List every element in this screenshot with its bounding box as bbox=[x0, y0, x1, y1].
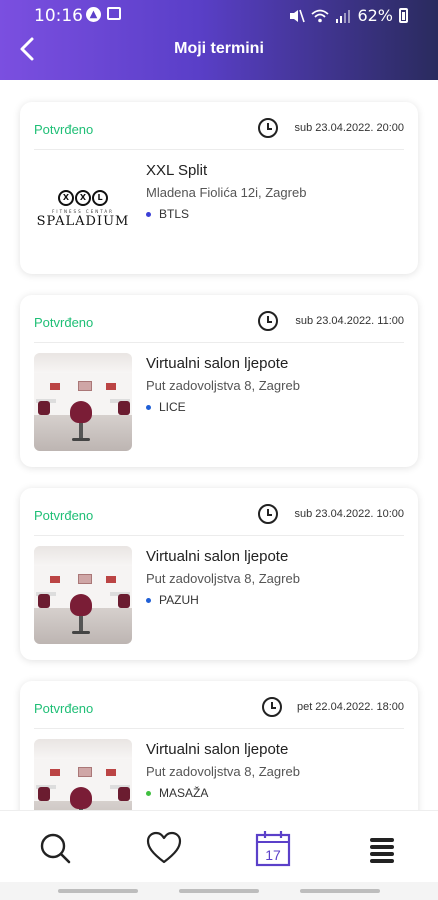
battery-icon bbox=[399, 8, 408, 23]
service-label: MASAŽA bbox=[159, 786, 209, 800]
header: Moji termini bbox=[0, 30, 438, 70]
service-dot bbox=[146, 211, 151, 217]
salon-photo bbox=[34, 546, 132, 644]
salon-name: Virtualni salon ljepote bbox=[146, 548, 289, 565]
nav-search[interactable] bbox=[36, 829, 76, 869]
system-navigation-bar bbox=[0, 882, 438, 900]
appointment-card[interactable]: Potvrđeno sub 23.04.2022. 10:00 Virtualn… bbox=[20, 488, 418, 660]
calendar-icon: 17 bbox=[255, 831, 291, 867]
clock-icon bbox=[262, 697, 282, 717]
service-dot bbox=[146, 404, 151, 410]
appointment-date: sub 23.04.2022. 20:00 bbox=[294, 122, 404, 134]
search-icon bbox=[40, 833, 71, 864]
app-notification-icon: ▲ bbox=[86, 7, 101, 22]
salon-name: Virtualni salon ljepote bbox=[146, 355, 289, 372]
app-top-bar: 10:16 ▲ 62% Moji termini bbox=[0, 0, 438, 80]
salon-logo: X X L FITNESS CENTAR SPALADIUM bbox=[34, 160, 132, 258]
recent-apps-handle[interactable] bbox=[58, 889, 138, 893]
status-bar: 10:16 ▲ 62% bbox=[0, 0, 438, 30]
appointment-date: sub 23.04.2022. 11:00 bbox=[295, 315, 404, 327]
service-tag: BTLS bbox=[146, 207, 189, 221]
salon-address: Put zadovoljstva 8, Zagreb bbox=[146, 378, 300, 393]
heart-icon bbox=[146, 831, 182, 864]
service-dot bbox=[146, 790, 151, 796]
back-handle[interactable] bbox=[300, 889, 380, 893]
status-time: 10:16 bbox=[34, 6, 83, 26]
signal-icon bbox=[336, 9, 351, 23]
appointment-card[interactable]: Potvrđeno sub 23.04.2022. 20:00 X X L FI… bbox=[20, 102, 418, 274]
salon-photo bbox=[34, 353, 132, 451]
bottom-navigation: 17 bbox=[0, 810, 438, 882]
card-divider bbox=[34, 535, 404, 536]
appointment-status: Potvrđeno bbox=[34, 122, 94, 137]
clock-icon bbox=[258, 118, 278, 138]
logo-rings: X X L bbox=[58, 189, 108, 206]
appointment-card[interactable]: Potvrđeno sub 23.04.2022. 11:00 Virtualn… bbox=[20, 295, 418, 467]
appointment-card[interactable]: Potvrđeno pet 22.04.2022. 18:00 Virtualn… bbox=[20, 681, 418, 810]
salon-address: Put zadovoljstva 8, Zagreb bbox=[146, 764, 300, 779]
menu-icon bbox=[370, 838, 394, 863]
service-label: BTLS bbox=[159, 207, 190, 221]
card-divider bbox=[34, 728, 404, 729]
appointments-list[interactable]: Potvrđeno sub 23.04.2022. 20:00 X X L FI… bbox=[0, 80, 438, 810]
page-title: Moji termini bbox=[174, 40, 264, 57]
battery-percent: 62% bbox=[357, 6, 393, 25]
appointment-date: sub 23.04.2022. 10:00 bbox=[294, 508, 404, 520]
clock-icon bbox=[258, 504, 278, 524]
clock-icon bbox=[258, 311, 278, 331]
salon-address: Mladena Fiolića 12i, Zagreb bbox=[146, 185, 307, 200]
service-dot bbox=[146, 597, 151, 603]
calendar-day: 17 bbox=[265, 847, 281, 863]
nav-menu[interactable] bbox=[362, 829, 402, 869]
salon-name: XXL Split bbox=[146, 162, 208, 179]
service-label: PAZUH bbox=[159, 593, 199, 607]
appointment-status: Potvrđeno bbox=[34, 701, 94, 716]
salon-address: Put zadovoljstva 8, Zagreb bbox=[146, 571, 300, 586]
service-tag: MASAŽA bbox=[146, 786, 208, 800]
wifi-icon bbox=[311, 9, 330, 22]
image-notification-icon bbox=[107, 7, 121, 20]
nav-favorites[interactable] bbox=[144, 829, 184, 869]
card-divider bbox=[34, 342, 404, 343]
salon-name: Virtualni salon ljepote bbox=[146, 741, 289, 758]
service-label: LICE bbox=[159, 400, 186, 414]
appointment-date: pet 22.04.2022. 18:00 bbox=[296, 701, 404, 713]
nav-appointments[interactable]: 17 bbox=[253, 829, 293, 869]
logo-text: SPALADIUM bbox=[36, 213, 130, 229]
salon-photo bbox=[34, 739, 132, 810]
status-right: 62% bbox=[289, 6, 408, 25]
home-handle[interactable] bbox=[179, 889, 259, 893]
mute-icon bbox=[290, 9, 306, 22]
service-tag: PAZUH bbox=[146, 593, 199, 607]
service-tag: LICE bbox=[146, 400, 186, 414]
appointment-status: Potvrđeno bbox=[34, 315, 94, 330]
card-divider bbox=[34, 149, 404, 150]
appointment-status: Potvrđeno bbox=[34, 508, 94, 523]
notification-icons: ▲ bbox=[86, 7, 121, 22]
